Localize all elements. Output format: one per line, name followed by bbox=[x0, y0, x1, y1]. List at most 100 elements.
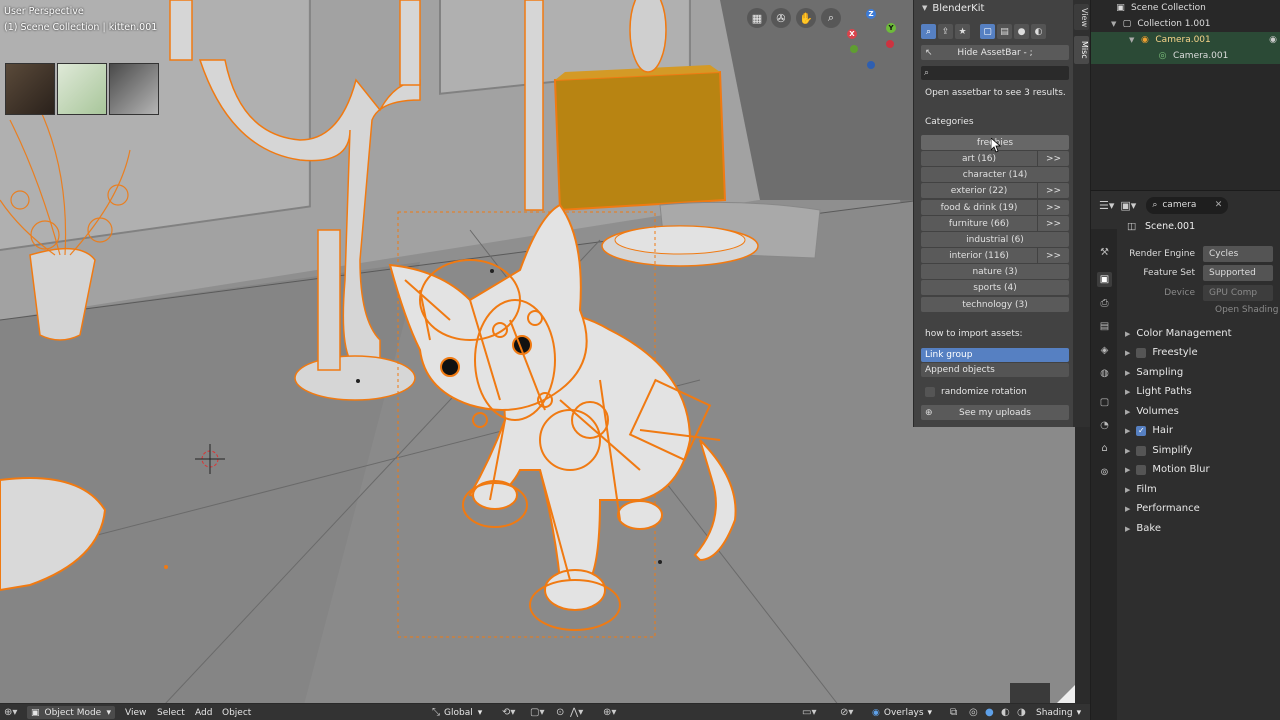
randomize-rotation-checkbox[interactable] bbox=[925, 387, 935, 397]
expand-arrow-icon[interactable]: ▼ bbox=[1129, 36, 1134, 44]
editor-type-icon[interactable]: ☰▾ bbox=[1099, 199, 1114, 212]
tab-view[interactable]: View bbox=[1074, 4, 1089, 30]
category-button[interactable]: sports (4) bbox=[921, 280, 1069, 295]
neg-z-axis-icon[interactable] bbox=[867, 61, 875, 69]
link-group-option[interactable]: Link group bbox=[921, 348, 1069, 362]
device-dropdown[interactable]: GPU Comp bbox=[1203, 285, 1273, 301]
falloff-icon[interactable]: ⋀▾ bbox=[570, 706, 583, 719]
view-layer-tab-icon[interactable]: ▤ bbox=[1097, 319, 1112, 334]
asset-search-input[interactable]: ⌕ bbox=[921, 66, 1069, 80]
freestyle-checkbox[interactable] bbox=[1136, 347, 1147, 358]
subcategory-button[interactable]: >> bbox=[1038, 183, 1069, 198]
transform-orientation-dropdown[interactable]: ⤡ Global ▾ bbox=[432, 706, 482, 719]
motion-blur-checkbox[interactable] bbox=[1136, 464, 1147, 475]
constraints-tab-icon[interactable]: ⌂ bbox=[1097, 441, 1112, 456]
pin-menu-icon[interactable]: ▣▾ bbox=[1120, 199, 1136, 212]
panel-hair[interactable]: ▶ ✓ Hair bbox=[1125, 425, 1173, 436]
search-mode-icon[interactable]: ⌕ bbox=[921, 24, 936, 39]
tab-misc[interactable]: Misc bbox=[1074, 36, 1089, 64]
select-menu[interactable]: Select bbox=[157, 706, 185, 719]
subcategory-button[interactable]: >> bbox=[1038, 248, 1069, 263]
asset-thumbnail-ant[interactable] bbox=[5, 63, 55, 115]
category-button[interactable]: furniture (66) bbox=[921, 216, 1037, 231]
proportional-edit-icon[interactable]: ⊙ bbox=[556, 706, 564, 719]
hand-pan-icon[interactable]: ✋ bbox=[796, 8, 816, 28]
randomize-rotation-toggle[interactable]: randomize rotation bbox=[921, 385, 1069, 399]
material-asset-icon[interactable]: ● bbox=[1014, 24, 1029, 39]
category-button[interactable]: interior (116) bbox=[921, 248, 1037, 263]
category-button[interactable]: technology (3) bbox=[921, 297, 1069, 312]
render-engine-dropdown[interactable]: Cycles bbox=[1203, 246, 1273, 262]
see-my-uploads-button[interactable]: ⊕ See my uploads bbox=[921, 405, 1069, 420]
outliner-camera-object[interactable]: ▼ ◉ Camera.001 ◉ bbox=[1091, 32, 1280, 48]
subcategory-button[interactable]: >> bbox=[1038, 200, 1069, 215]
rendered-shading-icon[interactable]: ◑ bbox=[1017, 706, 1026, 719]
panel-performance[interactable]: ▶ Performance bbox=[1125, 503, 1200, 514]
z-axis-icon[interactable]: Z bbox=[866, 9, 876, 19]
open-shading-language-toggle[interactable]: Open Shading La bbox=[1215, 305, 1280, 315]
neg-y-axis-icon[interactable] bbox=[850, 45, 858, 53]
panel-film[interactable]: ▶ Film bbox=[1125, 484, 1157, 495]
mode-dropdown[interactable]: ▣ Object Mode ▾ bbox=[27, 706, 115, 719]
collapse-arrow-icon[interactable]: ▼ bbox=[922, 4, 927, 12]
panel-bake[interactable]: ▶ Bake bbox=[1125, 523, 1161, 534]
view-menu[interactable]: View bbox=[125, 706, 146, 719]
outliner-scene-collection[interactable]: ▣ Scene Collection bbox=[1091, 0, 1280, 16]
add-menu[interactable]: Add bbox=[195, 706, 212, 719]
hair-checkbox[interactable]: ✓ bbox=[1136, 425, 1147, 436]
show-visibility-icon[interactable]: ▭▾ bbox=[802, 706, 816, 719]
hdr-asset-icon[interactable]: ◐ bbox=[1031, 24, 1046, 39]
pivot-point-icon[interactable]: ⟲▾ bbox=[502, 706, 515, 719]
category-button[interactable]: industrial (6) bbox=[921, 232, 1069, 247]
scene-name-row[interactable]: ◫ Scene.001 bbox=[1127, 221, 1195, 232]
scene-tab-icon[interactable]: ◈ bbox=[1097, 343, 1112, 358]
object-data-tab-icon[interactable]: ⊚ bbox=[1097, 465, 1112, 480]
wireframe-shading-icon[interactable]: ◎ bbox=[969, 706, 978, 719]
gizmo-toggle-icon[interactable]: ⊕▾ bbox=[603, 706, 616, 719]
category-button[interactable]: nature (3) bbox=[921, 264, 1069, 279]
object-tab-icon[interactable]: ▢ bbox=[1097, 395, 1112, 410]
clear-search-icon[interactable]: ✕ bbox=[1215, 200, 1223, 210]
asset-thumbnail-kitten[interactable] bbox=[109, 63, 159, 115]
blenderkit-header[interactable]: ▼ BlenderKit bbox=[914, 0, 1074, 16]
scene-asset-icon[interactable]: ▤ bbox=[997, 24, 1012, 39]
outliner-collection[interactable]: ▼ ▢ Collection 1.001 bbox=[1091, 16, 1280, 32]
solid-shading-icon[interactable]: ● bbox=[985, 706, 994, 719]
model-asset-icon[interactable]: ▢ bbox=[980, 24, 995, 39]
snap-icon[interactable]: ▢▾ bbox=[530, 706, 544, 719]
y-axis-icon[interactable]: Y bbox=[886, 23, 896, 33]
properties-search-input[interactable]: ⌕ camera ✕ bbox=[1146, 196, 1229, 214]
output-tab-icon[interactable]: ⎙ bbox=[1097, 296, 1112, 311]
tool-tab-icon[interactable]: ⚒ bbox=[1097, 245, 1112, 260]
physics-tab-icon[interactable]: ◔ bbox=[1097, 418, 1112, 433]
subcategory-button[interactable]: >> bbox=[1038, 216, 1069, 231]
eye-icon[interactable]: ◉ bbox=[1269, 35, 1277, 45]
panel-sampling[interactable]: ▶ Sampling bbox=[1125, 367, 1183, 378]
zoom-icon[interactable]: ⌕ bbox=[821, 8, 841, 28]
hide-assetbar-button[interactable]: ↖ Hide AssetBar - ; bbox=[921, 45, 1069, 60]
viewport-gizmo-icon[interactable]: ⊘▾ bbox=[840, 706, 853, 719]
shading-dropdown[interactable]: Shading ▾ bbox=[1036, 706, 1081, 719]
world-tab-icon[interactable]: ◍ bbox=[1097, 366, 1112, 381]
overlays-dropdown[interactable]: ◉ Overlays ▾ bbox=[872, 706, 932, 719]
grid-view-icon[interactable]: ▦ bbox=[747, 8, 767, 28]
subcategory-button[interactable]: >> bbox=[1038, 151, 1069, 166]
append-objects-option[interactable]: Append objects bbox=[921, 363, 1069, 377]
camera-view-icon[interactable]: ✇ bbox=[771, 8, 791, 28]
axis-gizmo[interactable]: Z Y X bbox=[843, 7, 903, 69]
category-button[interactable]: character (14) bbox=[921, 167, 1069, 182]
expand-arrow-icon[interactable]: ▼ bbox=[1111, 20, 1116, 28]
material-preview-icon[interactable]: ◐ bbox=[1001, 706, 1010, 719]
upload-icon[interactable]: ⇪ bbox=[938, 24, 953, 39]
category-button[interactable]: exterior (22) bbox=[921, 183, 1037, 198]
panel-simplify[interactable]: ▶ Simplify bbox=[1125, 445, 1192, 456]
asset-thumbnail-insect[interactable] bbox=[57, 63, 107, 115]
category-button[interactable]: art (16) bbox=[921, 151, 1037, 166]
neg-x-axis-icon[interactable] bbox=[886, 40, 894, 48]
simplify-checkbox[interactable] bbox=[1136, 445, 1147, 456]
panel-volumes[interactable]: ▶ Volumes bbox=[1125, 406, 1179, 417]
xray-toggle-icon[interactable]: ⧉ bbox=[950, 706, 957, 719]
star-icon[interactable]: ★ bbox=[955, 24, 970, 39]
x-axis-icon[interactable]: X bbox=[847, 29, 857, 39]
category-button[interactable]: food & drink (19) bbox=[921, 200, 1037, 215]
